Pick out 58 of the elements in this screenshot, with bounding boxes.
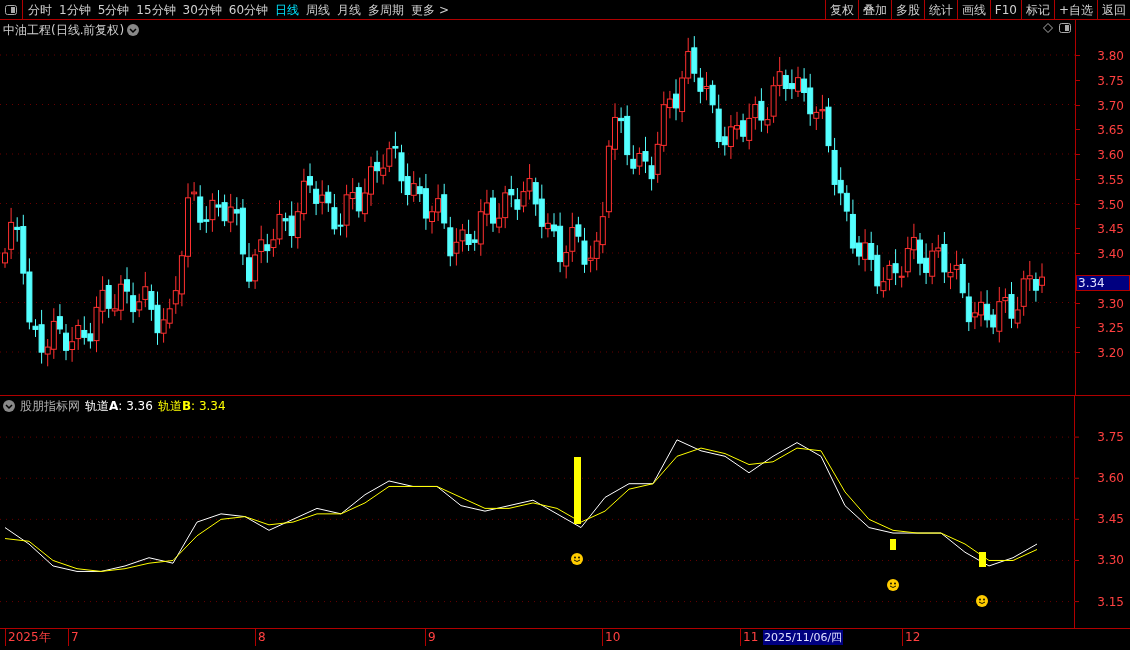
- indicator-value-label: 3.30: [1097, 553, 1124, 568]
- indicator-value-label: 3.75: [1097, 430, 1124, 445]
- period-tab[interactable]: 1分钟: [59, 0, 91, 19]
- toolbar-button[interactable]: 画线: [956, 0, 990, 19]
- price-label: 3.60: [1097, 147, 1124, 164]
- date-label: 8: [255, 629, 266, 646]
- toolbar-button[interactable]: 多股: [890, 0, 924, 19]
- price-label: 3.50: [1097, 196, 1124, 214]
- indicator-value-label: 3.15: [1097, 594, 1124, 609]
- price-label: 3.55: [1097, 171, 1124, 189]
- period-tab[interactable]: 周线: [306, 0, 331, 19]
- smiley-icon: [571, 553, 583, 565]
- price-label: 3.25: [1097, 320, 1124, 338]
- price-label: 3.20: [1097, 345, 1124, 362]
- indicator-legend: 轨道B: 3.34: [157, 397, 226, 415]
- date-label: 10: [602, 629, 621, 646]
- toolbar-button[interactable]: +自选: [1053, 0, 1097, 19]
- toolbar-button[interactable]: 复权: [824, 0, 858, 19]
- smiley-icon: [976, 595, 988, 607]
- indicator-value-label: 3.45: [1097, 512, 1124, 527]
- date-label: 7: [68, 629, 79, 646]
- price-label: 3.70: [1097, 97, 1124, 115]
- price-label: 3.65: [1097, 122, 1124, 140]
- panel-icon: [5, 4, 17, 15]
- price-label: 3.75: [1097, 72, 1124, 90]
- diamond-icon[interactable]: [1043, 23, 1053, 33]
- date-label: 2025年: [5, 629, 51, 646]
- period-tab[interactable]: 月线: [337, 0, 362, 19]
- period-tab[interactable]: 60分钟: [228, 0, 269, 19]
- toolbar-button[interactable]: 标记: [1020, 0, 1054, 19]
- price-label: 3.30: [1097, 295, 1124, 313]
- period-tab[interactable]: 15分钟: [136, 0, 176, 19]
- chevron-down-icon[interactable]: [127, 24, 140, 36]
- date-cursor-label: 2025/11/06/四: [763, 630, 844, 645]
- period-tab[interactable]: 分时: [28, 0, 52, 19]
- stock-title: 中油工程(日线.前复权): [3, 22, 125, 39]
- price-label: 3.45: [1097, 221, 1124, 239]
- date-label: 11: [740, 629, 759, 646]
- period-tab[interactable]: 30分钟: [182, 0, 222, 19]
- period-tab[interactable]: 日线: [275, 0, 300, 19]
- indicator-name: 股朋指标网: [20, 398, 80, 415]
- period-tab[interactable]: 5分钟: [97, 0, 130, 19]
- period-tab[interactable]: 更多 >: [411, 0, 449, 19]
- indicator-value-label: 3.60: [1097, 471, 1124, 486]
- chevron-down-icon[interactable]: [3, 400, 15, 412]
- current-price-tag: 3.34: [1076, 275, 1130, 291]
- date-label: 9: [425, 629, 436, 646]
- smiley-icon: [887, 579, 899, 591]
- toolbar-button[interactable]: 统计: [923, 0, 957, 19]
- panel-icon[interactable]: [1059, 23, 1071, 33]
- price-label: 3.40: [1097, 246, 1124, 263]
- toolbar-button[interactable]: 返回: [1097, 0, 1130, 19]
- indicator-legend: 轨道A: 3.36: [85, 397, 153, 415]
- period-tab[interactable]: 多周期: [368, 0, 405, 19]
- toolbar-button[interactable]: 叠加: [857, 0, 891, 19]
- date-label: 12: [902, 629, 921, 646]
- price-label: 3.80: [1097, 48, 1124, 65]
- toolbar-button[interactable]: F10: [989, 0, 1021, 19]
